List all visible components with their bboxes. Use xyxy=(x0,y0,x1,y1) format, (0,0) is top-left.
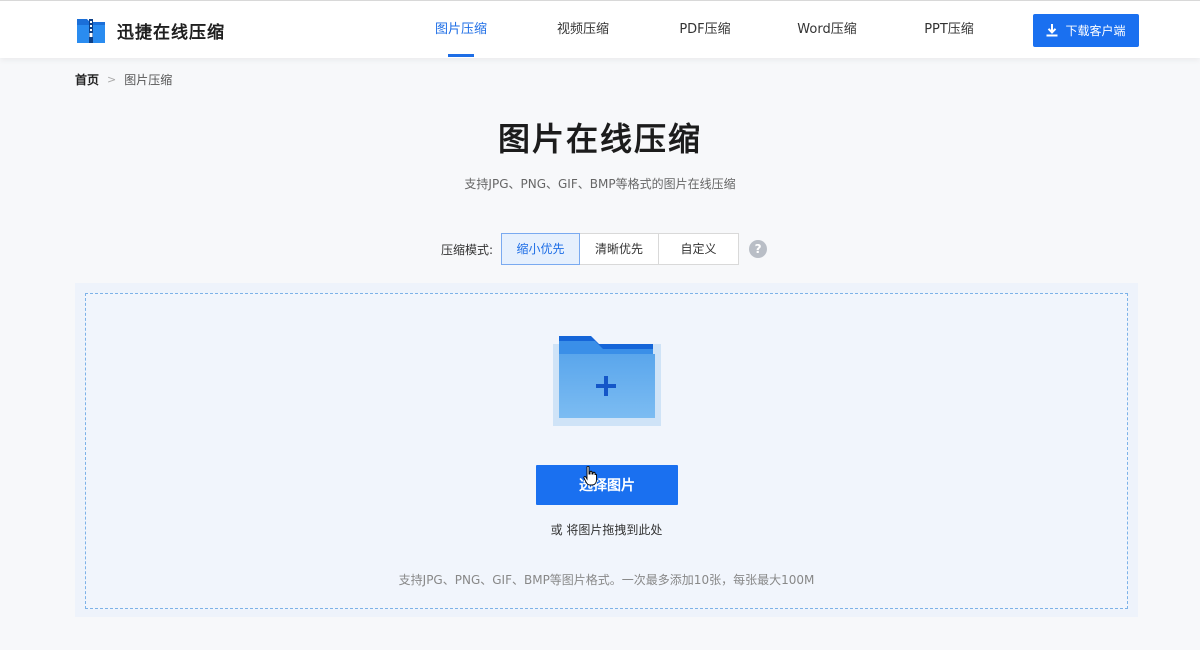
page-subtitle: 支持JPG、PNG、GIF、BMP等格式的图片在线压缩 xyxy=(464,177,736,191)
nav-item-word[interactable]: Word压缩 xyxy=(766,1,888,59)
nav-item-pdf[interactable]: PDF压缩 xyxy=(644,1,766,59)
drop-zone[interactable]: 选择图片 或 将图片拖拽到此处 支持JPG、PNG、GIF、BMP等图片格式。一… xyxy=(85,293,1128,609)
breadcrumb-current: 图片压缩 xyxy=(124,73,173,87)
mode-segmented-control: 缩小优先 清晰优先 自定义 xyxy=(501,233,740,265)
nav-item-image[interactable]: 图片压缩 xyxy=(400,1,522,59)
format-hint: 支持JPG、PNG、GIF、BMP等图片格式。一次最多添加10张，每张最大100… xyxy=(398,573,815,587)
top-header: 迅捷在线压缩 图片压缩 视频压缩 PDF压缩 Word压缩 PPT压缩 下载客户… xyxy=(0,0,1200,58)
upload-area: 选择图片 或 将图片拖拽到此处 支持JPG、PNG、GIF、BMP等图片格式。一… xyxy=(75,283,1138,617)
nav-item-ppt[interactable]: PPT压缩 xyxy=(888,1,1010,59)
compression-mode-selector: 压缩模式: 缩小优先 清晰优先 自定义 ? xyxy=(441,233,768,265)
select-image-button[interactable]: 选择图片 xyxy=(536,465,678,505)
folder-plus-icon[interactable] xyxy=(553,332,661,430)
breadcrumb: 首页 > 图片压缩 xyxy=(75,71,172,88)
mode-option-smaller[interactable]: 缩小优先 xyxy=(501,233,581,265)
hand-cursor-icon xyxy=(583,465,597,490)
download-client-button[interactable]: 下载客户端 xyxy=(1033,14,1139,47)
main-nav: 图片压缩 视频压缩 PDF压缩 Word压缩 PPT压缩 xyxy=(400,1,1010,59)
drag-hint: 或 将图片拖拽到此处 xyxy=(550,523,663,537)
compression-mode-label: 压缩模式: xyxy=(441,242,494,257)
page-title: 图片在线压缩 xyxy=(497,120,702,158)
brand-logo[interactable]: 迅捷在线压缩 xyxy=(75,15,225,45)
breadcrumb-separator: > xyxy=(107,73,117,86)
nav-item-video[interactable]: 视频压缩 xyxy=(522,1,644,59)
breadcrumb-home[interactable]: 首页 xyxy=(75,71,99,88)
mode-option-clarity[interactable]: 清晰优先 xyxy=(580,234,660,264)
download-client-label: 下载客户端 xyxy=(1065,24,1126,38)
zip-logo-icon xyxy=(75,15,107,45)
help-icon[interactable]: ? xyxy=(749,240,768,258)
download-icon xyxy=(1046,24,1058,37)
brand-name: 迅捷在线压缩 xyxy=(117,22,225,43)
mode-option-custom[interactable]: 自定义 xyxy=(659,234,738,264)
